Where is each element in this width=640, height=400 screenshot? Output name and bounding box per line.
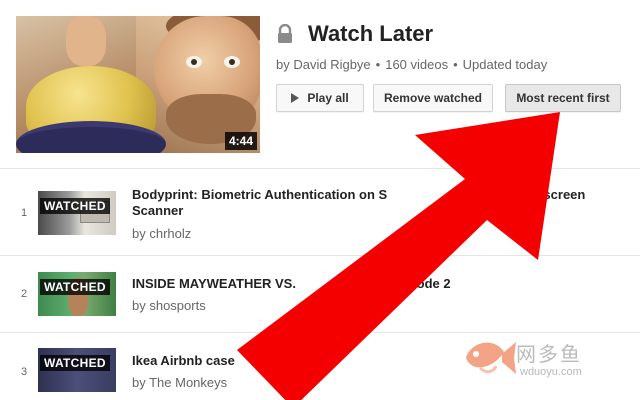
play-icon — [291, 93, 300, 103]
watched-badge: WATCHED — [40, 279, 110, 295]
meta-separator: • — [375, 57, 381, 72]
fish-logo-icon — [466, 342, 516, 374]
video-title-start: INSIDE MAYWEATHER VS. — [132, 276, 296, 291]
video-owner[interactable]: by The Monkeys — [132, 375, 227, 390]
thumbnail-eye-left — [186, 56, 202, 68]
video-title-start: Ikea Airbnb case — [132, 353, 235, 368]
video-thumbnail[interactable]: WATCHED — [38, 191, 116, 235]
thumbnail-hand — [66, 16, 106, 66]
meta-separator: • — [453, 57, 458, 72]
list-item[interactable]: 2 WATCHED INSIDE MAYWEATHER VS. | Episode… — [0, 258, 640, 334]
watermark: 网多鱼 wduoyu.com — [460, 334, 630, 384]
video-owner[interactable]: by shosports — [132, 298, 206, 313]
video-index: 3 — [20, 366, 28, 378]
sort-most-recent-button[interactable]: Most recent first — [505, 84, 621, 112]
play-all-button[interactable]: Play all — [276, 84, 364, 112]
video-index: 2 — [20, 288, 28, 300]
playlist-owner[interactable]: by David Rigbye — [276, 57, 371, 72]
video-thumbnail[interactable]: WATCHED — [38, 348, 116, 392]
play-all-label: Play all — [307, 91, 349, 105]
watermark-text: 网多鱼 — [516, 342, 582, 366]
lock-icon — [276, 23, 294, 44]
sort-label: Most recent first — [516, 91, 610, 105]
watch-later-page: 4:44 Watch Later by David Rigbye • 160 vid… — [0, 0, 640, 400]
watermark-domain: wduoyu.com — [520, 366, 582, 378]
playlist-thumbnail[interactable]: 4:44 — [16, 16, 260, 153]
video-title[interactable]: Bodyprint: Biometric Authentication on S… — [132, 187, 632, 219]
divider — [0, 168, 640, 169]
watched-badge: WATCHED — [40, 198, 110, 214]
video-owner[interactable]: by chrholz — [132, 226, 191, 241]
watched-badge: WATCHED — [40, 355, 110, 371]
page-title: Watch Later — [308, 21, 434, 46]
video-duration: 4:44 — [224, 132, 257, 150]
remove-watched-button[interactable]: Remove watched — [373, 84, 493, 112]
video-title[interactable]: INSIDE MAYWEATHER VS. | Episode 2 — [132, 276, 632, 292]
video-title-start: Bodyprint: Biometric Authentication on S — [132, 187, 388, 202]
video-count: 160 videos — [385, 57, 449, 72]
video-title-end: ing the Touchscreen — [459, 187, 586, 202]
list-item[interactable]: 1 WATCHED Bodyprint: Biometric Authentic… — [0, 172, 640, 248]
video-index: 1 — [20, 207, 28, 219]
divider — [0, 332, 640, 333]
thumbnail-eye-right — [224, 56, 240, 68]
divider — [0, 255, 640, 256]
updated-status: Updated today — [462, 57, 548, 72]
playlist-meta: by David Rigbye • 160 videos • Updated today — [276, 57, 547, 72]
playlist-title-row: Watch Later — [276, 20, 433, 48]
remove-watched-label: Remove watched — [383, 91, 483, 105]
video-title-line2: Scanner — [132, 203, 184, 218]
video-thumbnail[interactable]: WATCHED — [38, 272, 116, 316]
video-title-end: | Episode 2 — [381, 276, 451, 291]
